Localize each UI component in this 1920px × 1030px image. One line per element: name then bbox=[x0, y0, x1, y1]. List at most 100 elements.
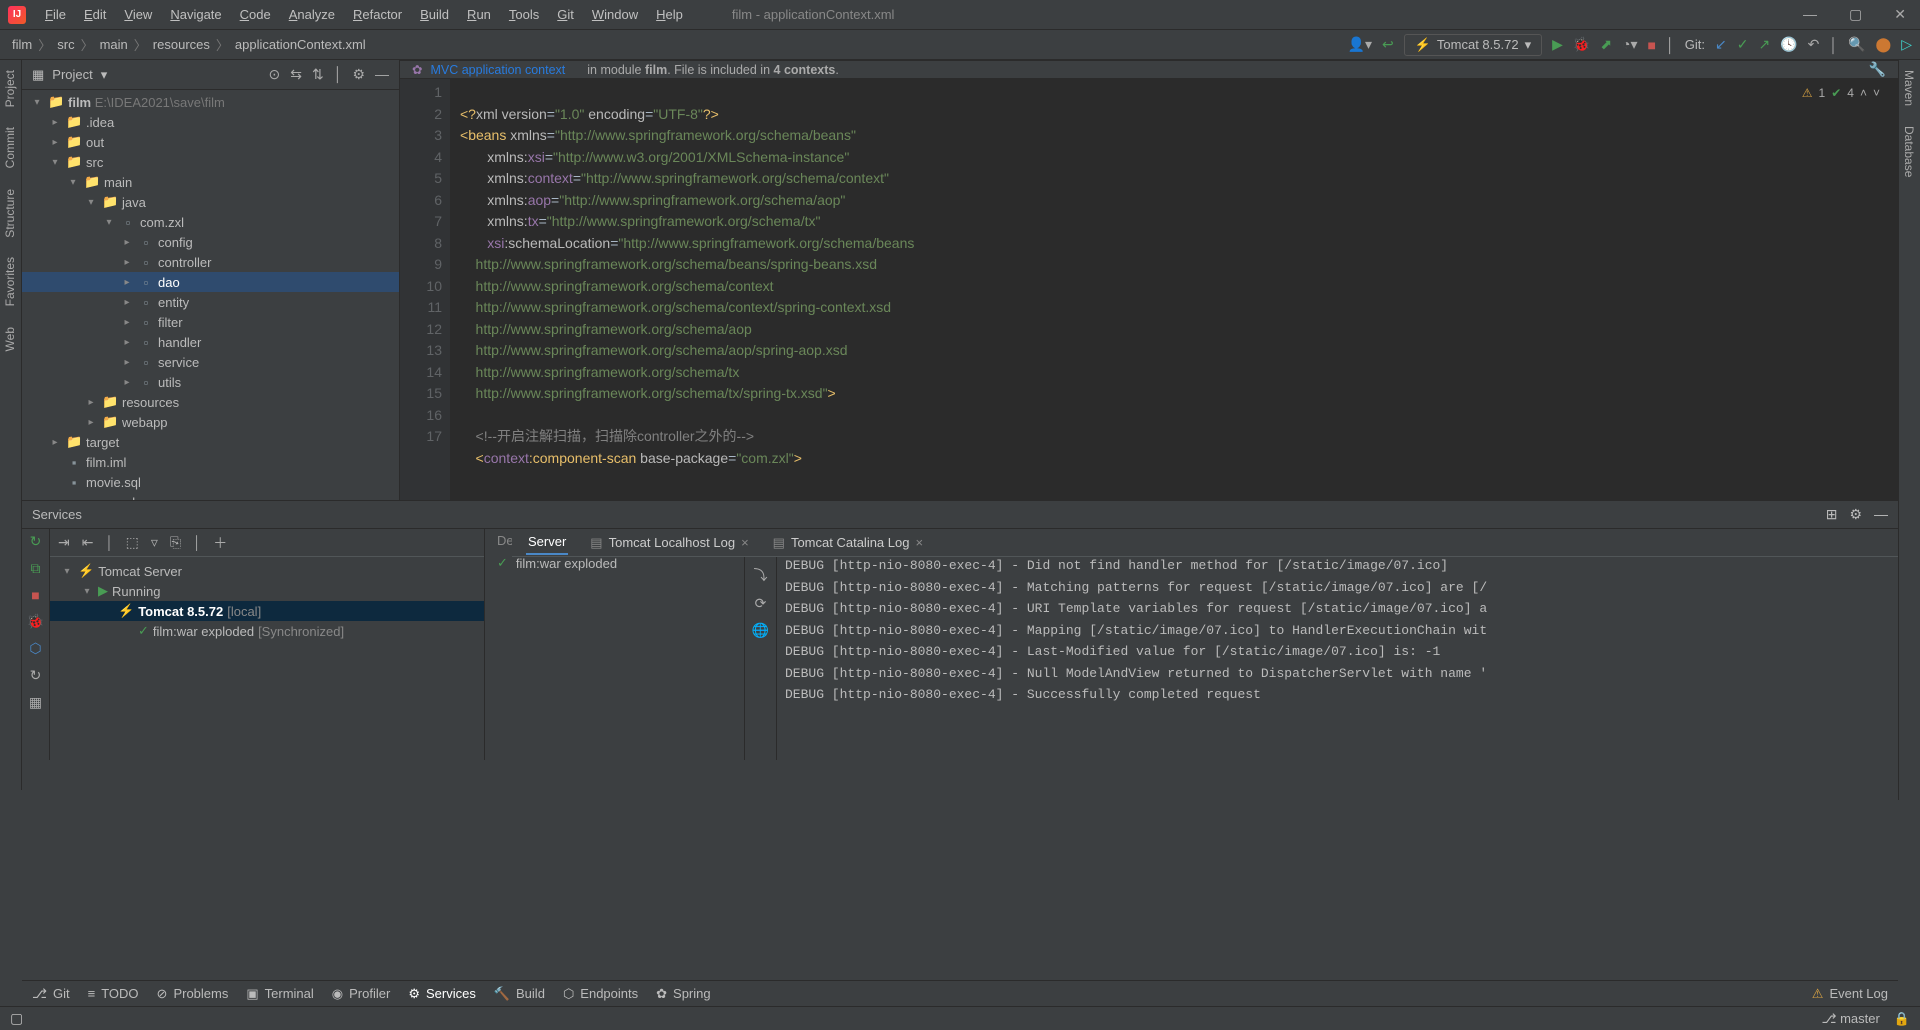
tree-root[interactable]: ▾📁 film E:\IDEA2021\save\film bbox=[22, 92, 399, 112]
tree-item-movie.sql[interactable]: ▪movie.sql bbox=[22, 472, 399, 492]
bottom-tab-git[interactable]: ⎇Git bbox=[32, 986, 70, 1002]
menu-window[interactable]: Window bbox=[583, 7, 647, 22]
menu-run[interactable]: Run bbox=[458, 7, 500, 22]
project-tree[interactable]: ▾📁 film E:\IDEA2021\save\film ▸📁.idea▸📁o… bbox=[22, 90, 399, 500]
hide-icon[interactable]: — bbox=[375, 66, 389, 83]
undeploy-icon[interactable]: ⤵ bbox=[754, 565, 768, 585]
stop-icon[interactable]: ■ bbox=[31, 587, 39, 603]
profile-icon[interactable]: ◔▾ bbox=[1622, 36, 1637, 53]
tree-item-pom.xml[interactable]: ▪pom.xml bbox=[22, 492, 399, 500]
line-3[interactable]: 3 bbox=[400, 125, 442, 147]
bottom-tab-services[interactable]: ⚙Services bbox=[408, 986, 476, 1002]
output-body[interactable]: DEBUG [http-nio-8080-exec-4] - Did not f… bbox=[777, 551, 1898, 760]
services-tree[interactable]: ▾⚡Tomcat Server▾▶Running⚡Tomcat 8.5.72 [… bbox=[50, 557, 484, 760]
rerun-icon[interactable]: ↻ bbox=[30, 533, 42, 550]
left-tab-commit[interactable]: Commit bbox=[0, 117, 20, 178]
event-log-tab[interactable]: ⚠ Event Log bbox=[1812, 986, 1888, 1002]
menu-view[interactable]: View bbox=[115, 7, 161, 22]
left-tab-favorites[interactable]: Favorites bbox=[0, 247, 20, 316]
run-icon[interactable]: ▶ bbox=[1552, 36, 1563, 53]
tree-item-java[interactable]: ▾📁java bbox=[22, 192, 399, 212]
svc-item-Tomcat Server[interactable]: ▾⚡Tomcat Server bbox=[50, 561, 484, 581]
bottom-tab-endpoints[interactable]: ⬡Endpoints bbox=[563, 986, 638, 1002]
tree-item-film.iml[interactable]: ▪film.iml bbox=[22, 452, 399, 472]
hide-icon[interactable]: — bbox=[1874, 506, 1888, 523]
line-9[interactable]: 9 bbox=[400, 254, 442, 276]
deploy-icon[interactable]: ⬡ bbox=[29, 640, 41, 657]
git-branch[interactable]: ⎇ master bbox=[1821, 1011, 1879, 1027]
tree-item-filter[interactable]: ▸▫filter bbox=[22, 312, 399, 332]
stop-icon[interactable]: ■ bbox=[1648, 37, 1656, 53]
windows-icon[interactable]: ▢ bbox=[10, 1010, 23, 1027]
left-tab-project[interactable]: Project bbox=[0, 60, 20, 117]
line-7[interactable]: 7 bbox=[400, 211, 442, 233]
gear-icon[interactable]: ⚙ bbox=[352, 66, 365, 83]
git-history-icon[interactable]: 🕓 bbox=[1780, 36, 1797, 53]
collapse-icon[interactable]: ⇤ bbox=[82, 534, 94, 551]
expand-icon[interactable]: ⇥ bbox=[58, 534, 70, 551]
menu-tools[interactable]: Tools bbox=[500, 7, 548, 22]
bottom-tab-problems[interactable]: ⊘Problems bbox=[157, 986, 229, 1002]
menu-build[interactable]: Build bbox=[411, 7, 458, 22]
code-body[interactable]: <?xml version="1.0" encoding="UTF-8"?> <… bbox=[450, 79, 1898, 512]
line-6[interactable]: 6 bbox=[400, 190, 442, 212]
git-commit-icon[interactable]: ✓ bbox=[1737, 36, 1749, 53]
group-icon[interactable]: ⬚ bbox=[126, 534, 139, 551]
coverage-icon[interactable]: ⬈ bbox=[1600, 36, 1612, 53]
line-5[interactable]: 5 bbox=[400, 168, 442, 190]
user-icon[interactable]: 👤▾ bbox=[1348, 36, 1372, 53]
expand-all-icon[interactable]: ⇆ bbox=[290, 66, 302, 83]
line-17[interactable]: 17 bbox=[400, 426, 442, 448]
line-1[interactable]: 1 bbox=[400, 82, 442, 104]
line-12[interactable]: 12 bbox=[400, 319, 442, 341]
svc-item-film:war exploded[interactable]: ✓film:war exploded [Synchronized] bbox=[50, 621, 484, 641]
menu-file[interactable]: File bbox=[36, 7, 75, 22]
line-11[interactable]: 11 bbox=[400, 297, 442, 319]
bottom-tab-profiler[interactable]: ◉Profiler bbox=[332, 986, 391, 1002]
bottom-tab-todo[interactable]: ≡TODO bbox=[88, 986, 139, 1001]
svc-tab-Tomcat Localhost Log[interactable]: ▤Tomcat Localhost Log× bbox=[588, 531, 750, 555]
line-14[interactable]: 14 bbox=[400, 362, 442, 384]
gear-icon[interactable]: ⚙ bbox=[1849, 506, 1862, 523]
tree-item-webapp[interactable]: ▸📁webapp bbox=[22, 412, 399, 432]
menu-analyze[interactable]: Analyze bbox=[280, 7, 344, 22]
filter-icon[interactable]: ▿ bbox=[151, 534, 158, 551]
up-icon[interactable]: ˄ bbox=[1860, 83, 1867, 105]
menu-code[interactable]: Code bbox=[231, 7, 280, 22]
line-2[interactable]: 2 bbox=[400, 104, 442, 126]
crumb-2[interactable]: main bbox=[96, 37, 132, 52]
tree-item-main[interactable]: ▾📁main bbox=[22, 172, 399, 192]
run-icon[interactable]: ⧉ bbox=[31, 560, 41, 577]
debug-icon[interactable]: 🐞 bbox=[1573, 36, 1590, 53]
svc-tab-Server[interactable]: Server bbox=[526, 530, 568, 555]
down-icon[interactable]: ˅ bbox=[1873, 83, 1880, 105]
back-icon[interactable]: ↩ bbox=[1382, 36, 1394, 53]
crumb-4[interactable]: applicationContext.xml bbox=[231, 37, 370, 52]
refresh-icon[interactable]: ⟳ bbox=[755, 595, 767, 612]
tree-item-src[interactable]: ▾📁src bbox=[22, 152, 399, 172]
lock-icon[interactable]: 🔒 bbox=[1894, 1011, 1910, 1027]
tree-item-entity[interactable]: ▸▫entity bbox=[22, 292, 399, 312]
maximize-icon[interactable]: ▢ bbox=[1843, 6, 1868, 23]
menu-refactor[interactable]: Refactor bbox=[344, 7, 411, 22]
select-opened-icon[interactable]: ⊙ bbox=[268, 66, 280, 83]
ide-update-icon[interactable]: ⬤ bbox=[1876, 36, 1892, 53]
tree-item-service[interactable]: ▸▫service bbox=[22, 352, 399, 372]
bottom-tab-build[interactable]: 🔨Build bbox=[494, 986, 545, 1002]
menu-edit[interactable]: Edit bbox=[75, 7, 115, 22]
close-icon[interactable]: ✕ bbox=[1888, 6, 1912, 23]
run-config-select[interactable]: ⚡ Tomcat 8.5.72 ▾ bbox=[1404, 34, 1542, 56]
search-icon[interactable]: 🔍 bbox=[1848, 36, 1865, 53]
git-update-icon[interactable]: ↙ bbox=[1715, 36, 1727, 53]
tree-item-target[interactable]: ▸📁target bbox=[22, 432, 399, 452]
tree-item-resources[interactable]: ▸📁resources bbox=[22, 392, 399, 412]
left-tab-structure[interactable]: Structure bbox=[0, 179, 20, 248]
update-icon[interactable]: ↻ bbox=[30, 667, 42, 684]
crumb-3[interactable]: resources bbox=[149, 37, 214, 52]
menu-navigate[interactable]: Navigate bbox=[161, 7, 230, 22]
line-4[interactable]: 4 bbox=[400, 147, 442, 169]
right-tab-database[interactable]: Database bbox=[1899, 116, 1919, 187]
svc-item-Running[interactable]: ▾▶Running bbox=[50, 581, 484, 601]
git-push-icon[interactable]: ↗ bbox=[1758, 36, 1770, 53]
tree-item-handler[interactable]: ▸▫handler bbox=[22, 332, 399, 352]
